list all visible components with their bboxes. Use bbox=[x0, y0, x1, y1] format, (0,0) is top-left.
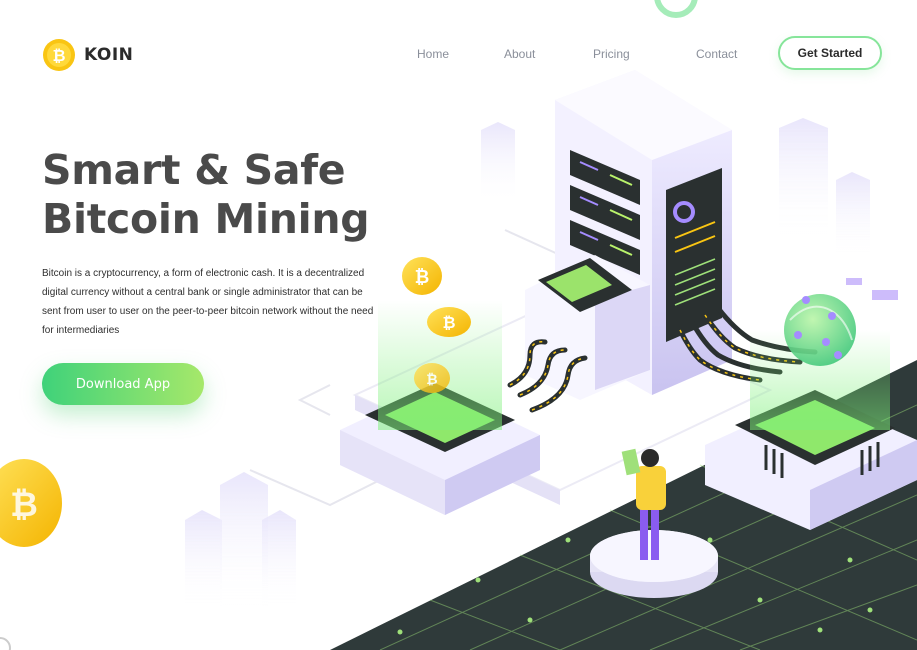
get-started-button[interactable]: Get Started bbox=[778, 36, 882, 70]
hero-title-line1: Smart & Safe bbox=[42, 146, 346, 194]
hero-title: Smart & Safe Bitcoin Mining bbox=[42, 146, 370, 244]
svg-text:₿: ₿ bbox=[10, 485, 38, 525]
nav-contact[interactable]: Contact bbox=[696, 47, 737, 61]
globe-icon bbox=[784, 294, 856, 366]
corner-decoration bbox=[0, 637, 11, 650]
bitcoin-logo-icon: ₿ bbox=[43, 39, 75, 71]
brand-name: KOIN bbox=[84, 45, 134, 65]
nav-pricing[interactable]: Pricing bbox=[593, 47, 630, 61]
ring-decoration bbox=[654, 0, 698, 18]
floating-tag bbox=[846, 278, 862, 285]
download-app-button[interactable]: Download App bbox=[42, 363, 204, 405]
bitcoin-coin-icon: ₿ bbox=[427, 307, 471, 337]
floating-tag bbox=[872, 290, 898, 300]
hero-title-line2: Bitcoin Mining bbox=[42, 195, 370, 243]
brand-logo[interactable]: ₿ KOIN bbox=[42, 38, 133, 72]
hero-description: Bitcoin is a cryptocurrency, a form of e… bbox=[42, 268, 374, 336]
svg-text:₿: ₿ bbox=[442, 313, 455, 332]
svg-text:₿: ₿ bbox=[415, 267, 430, 288]
svg-text:₿: ₿ bbox=[52, 46, 65, 65]
bitcoin-coin-icon: ₿ bbox=[0, 459, 62, 547]
nav-home[interactable]: Home bbox=[417, 47, 449, 61]
bitcoin-coin-icon: ₿ bbox=[402, 257, 442, 295]
nav-about[interactable]: About bbox=[504, 47, 535, 61]
bitcoin-coin-icon: ₿ bbox=[414, 363, 450, 393]
svg-text:₿: ₿ bbox=[426, 372, 437, 388]
